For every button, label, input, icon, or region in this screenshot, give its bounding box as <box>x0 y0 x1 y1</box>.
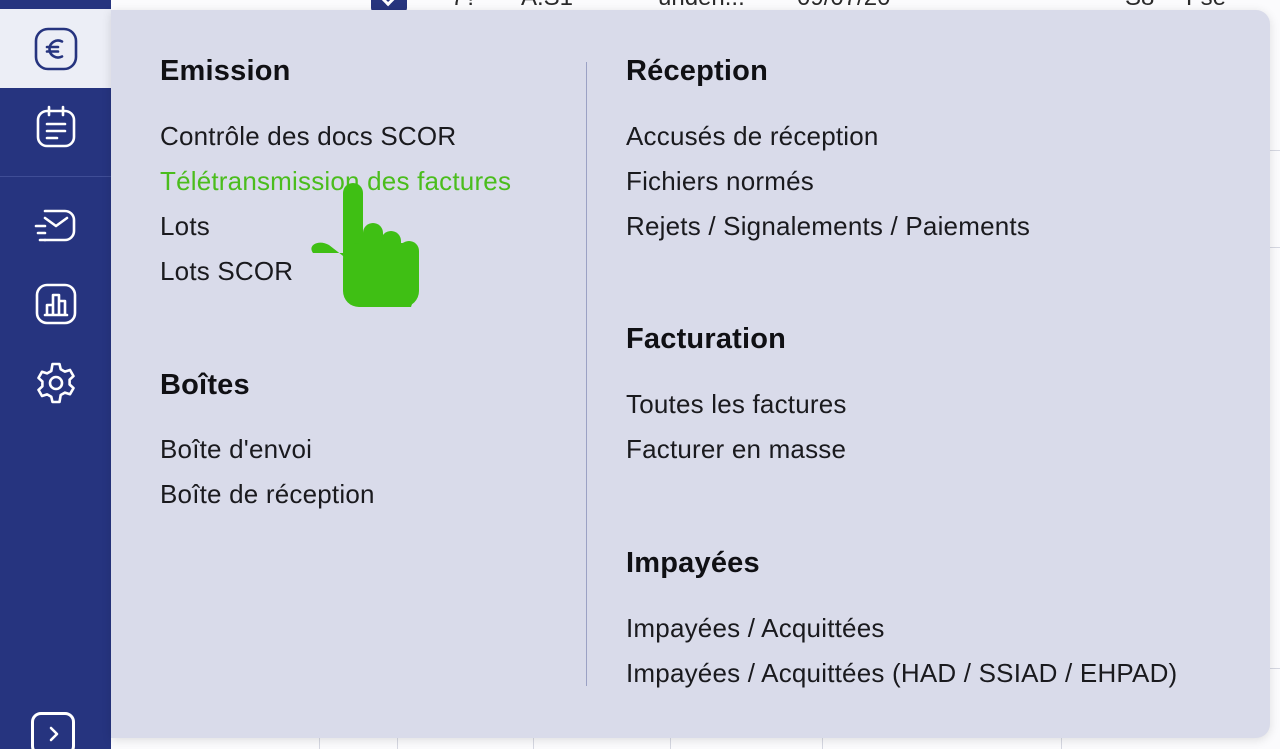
column-divider <box>586 62 587 686</box>
billing-menu-panel: Emission Contrôle des docs SCOR Télétran… <box>111 10 1270 738</box>
sidebar-item-messages[interactable] <box>0 186 111 264</box>
section-title-impayees: Impayées <box>626 547 760 579</box>
menu-link-teletransmission-factures[interactable]: Télétransmission des factures <box>160 166 511 197</box>
sidebar <box>0 0 111 749</box>
menu-link-impayees-acquittees[interactable]: Impayées / Acquittées <box>626 613 885 644</box>
menu-link-boite-reception[interactable]: Boîte de réception <box>160 479 375 510</box>
section-title-emission: Emission <box>160 55 291 87</box>
mailbox-icon <box>34 209 75 242</box>
menu-link-controle-docs-scor[interactable]: Contrôle des docs SCOR <box>160 121 456 152</box>
menu-link-facturer-en-masse[interactable]: Facturer en masse <box>626 434 846 465</box>
menu-link-fichiers-normes[interactable]: Fichiers normés <box>626 166 814 197</box>
menu-link-rejets-signalements-paiements[interactable]: Rejets / Signalements / Paiements <box>626 211 1030 242</box>
menu-link-impayees-acquittees-had-ssiad-ehpad[interactable]: Impayées / Acquittées (HAD / SSIAD / EHP… <box>626 658 1177 689</box>
section-title-facturation: Facturation <box>626 323 787 355</box>
sidebar-item-billing[interactable] <box>0 9 111 88</box>
menu-link-lots-scor[interactable]: Lots SCOR <box>160 256 293 287</box>
sidebar-divider <box>0 176 111 177</box>
menu-link-lots[interactable]: Lots <box>160 211 210 242</box>
sidebar-item-documents[interactable] <box>0 88 111 166</box>
menu-link-boite-envoi[interactable]: Boîte d'envoi <box>160 434 312 465</box>
euro-icon <box>34 27 77 70</box>
sidebar-expand-button[interactable] <box>31 712 75 749</box>
sidebar-item-statistics[interactable] <box>0 265 111 343</box>
menu-link-accuses-reception[interactable]: Accusés de réception <box>626 121 879 152</box>
gear-icon <box>36 362 75 404</box>
sidebar-item-settings[interactable] <box>0 344 111 422</box>
bar-chart-icon <box>35 283 76 325</box>
chevron-right-icon <box>49 726 59 742</box>
menu-link-toutes-factures[interactable]: Toutes les factures <box>626 389 847 420</box>
notepad-icon <box>36 105 75 148</box>
section-title-boites: Boîtes <box>160 369 250 401</box>
section-title-reception: Réception <box>626 55 768 87</box>
